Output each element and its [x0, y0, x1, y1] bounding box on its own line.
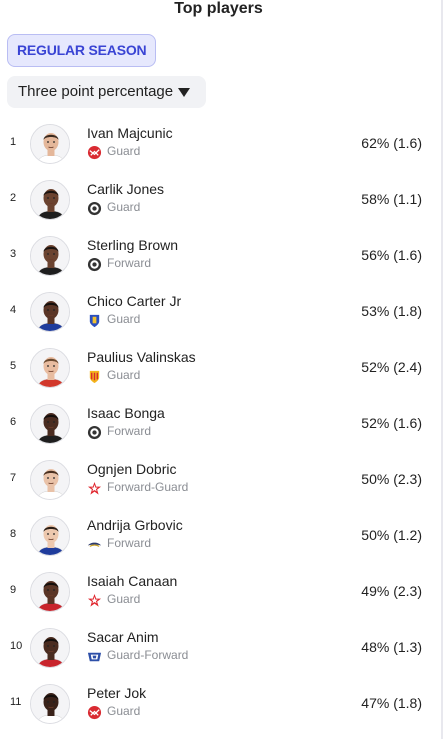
player-avatar[interactable] [30, 628, 70, 668]
player-stat: 62% (1.6) [361, 135, 422, 151]
player-position: Guard [107, 592, 141, 606]
partizan-logo-icon [87, 201, 102, 216]
player-stat: 52% (1.6) [361, 415, 422, 431]
player-rank: 9 [10, 584, 17, 596]
player-rank: 5 [10, 360, 17, 372]
player-name[interactable]: Ivan Majcunic [87, 125, 173, 141]
crest-logo-icon [87, 649, 102, 664]
player-name[interactable]: Peter Jok [87, 685, 146, 701]
player-avatar[interactable] [30, 684, 70, 724]
player-list: 1 Ivan Majcunic Guard 62% (1.6) 2 Carlik Jone… [0, 116, 441, 732]
player-stat: 48% (1.3) [361, 639, 422, 655]
player-name[interactable]: Sterling Brown [87, 237, 178, 253]
player-name[interactable]: Isaiah Canaan [87, 573, 177, 589]
player-name[interactable]: Sacar Anim [87, 629, 159, 645]
player-row[interactable]: 3 Sterling Brown Forward 56% (1.6) [0, 228, 441, 284]
player-rank: 1 [10, 136, 17, 148]
player-rank: 6 [10, 416, 17, 428]
player-stat: 47% (1.8) [361, 695, 422, 711]
player-row[interactable]: 1 Ivan Majcunic Guard 62% (1.6) [0, 116, 441, 172]
player-row[interactable]: 5 Paulius Valinskas Guard 52% (2.4) [0, 340, 441, 396]
player-stat: 50% (2.3) [361, 471, 422, 487]
red-ball-logo-icon [87, 145, 102, 160]
star-logo-icon [87, 481, 102, 496]
player-name[interactable]: Paulius Valinskas [87, 349, 196, 365]
regular-season-tab[interactable]: REGULAR SEASON [7, 34, 157, 67]
star-logo-icon [87, 593, 102, 608]
player-position: Forward [107, 256, 152, 270]
player-position: Forward [107, 536, 152, 550]
player-row[interactable]: 6 Isaac Bonga Forward 52% (1.6) [0, 396, 441, 452]
shield-logo-icon [87, 313, 102, 328]
player-name[interactable]: Carlik Jones [87, 181, 164, 197]
player-row[interactable]: 9 Isaiah Canaan Guard 49% (2.3) [0, 564, 441, 620]
player-stat: 49% (2.3) [361, 583, 422, 599]
red-ball-logo-icon [87, 705, 102, 720]
player-row[interactable]: 4 Chico Carter Jr Guard 53% (1.8) [0, 284, 441, 340]
partizan-logo-icon [87, 257, 102, 272]
player-row[interactable]: 10 Sacar Anim Guard-Forward 48% (1.3) [0, 620, 441, 676]
player-row[interactable]: 8 Andrija Grbovic Forward 50% (1.2) [0, 508, 441, 564]
player-avatar[interactable] [30, 124, 70, 164]
player-stat: 53% (1.8) [361, 303, 422, 319]
player-position: Forward-Guard [107, 480, 189, 494]
player-rank: 11 [10, 696, 22, 708]
player-position: Guard [107, 312, 141, 326]
player-row[interactable]: 7 Ognjen Dobric Forward-Guard 50% (2.3) [0, 452, 441, 508]
player-stat: 52% (2.4) [361, 359, 422, 375]
player-name[interactable]: Isaac Bonga [87, 405, 165, 421]
player-name[interactable]: Ognjen Dobric [87, 461, 177, 477]
player-name[interactable]: Andrija Grbovic [87, 517, 183, 533]
player-rank: 3 [10, 248, 17, 260]
player-stat: 56% (1.6) [361, 247, 422, 263]
player-position: Guard [107, 144, 141, 158]
page-title: Top players [174, 0, 263, 17]
player-rank: 2 [10, 192, 17, 204]
partizan-logo-icon [87, 425, 102, 440]
player-avatar[interactable] [30, 348, 70, 388]
player-avatar[interactable] [30, 236, 70, 276]
player-stat: 50% (1.2) [361, 527, 422, 543]
player-avatar[interactable] [30, 460, 70, 500]
player-avatar[interactable] [30, 572, 70, 612]
player-avatar[interactable] [30, 292, 70, 332]
player-position: Guard [107, 704, 141, 718]
player-rank: 4 [10, 304, 17, 316]
stat-category-value: Three point percentage [18, 83, 174, 100]
player-row[interactable]: 11 Peter Jok Guard 47% (1.8) [0, 676, 441, 732]
player-position: Forward [107, 424, 152, 438]
player-rank: 10 [10, 640, 23, 652]
player-position: Guard [107, 368, 141, 382]
player-position: Guard [107, 200, 141, 214]
player-rank: 7 [10, 472, 17, 484]
player-position: Guard-Forward [107, 648, 189, 662]
caret-down-icon [178, 88, 190, 97]
player-rank: 8 [10, 528, 17, 540]
sun-shield-logo-icon [87, 369, 102, 384]
player-stat: 58% (1.1) [361, 191, 422, 207]
stat-category-select[interactable]: Three point percentage [7, 76, 206, 108]
wing-logo-icon [87, 537, 102, 552]
player-name[interactable]: Chico Carter Jr [87, 293, 181, 309]
player-avatar[interactable] [30, 516, 70, 556]
player-row[interactable]: 2 Carlik Jones Guard 58% (1.1) [0, 172, 441, 228]
player-avatar[interactable] [30, 404, 70, 444]
player-avatar[interactable] [30, 180, 70, 220]
